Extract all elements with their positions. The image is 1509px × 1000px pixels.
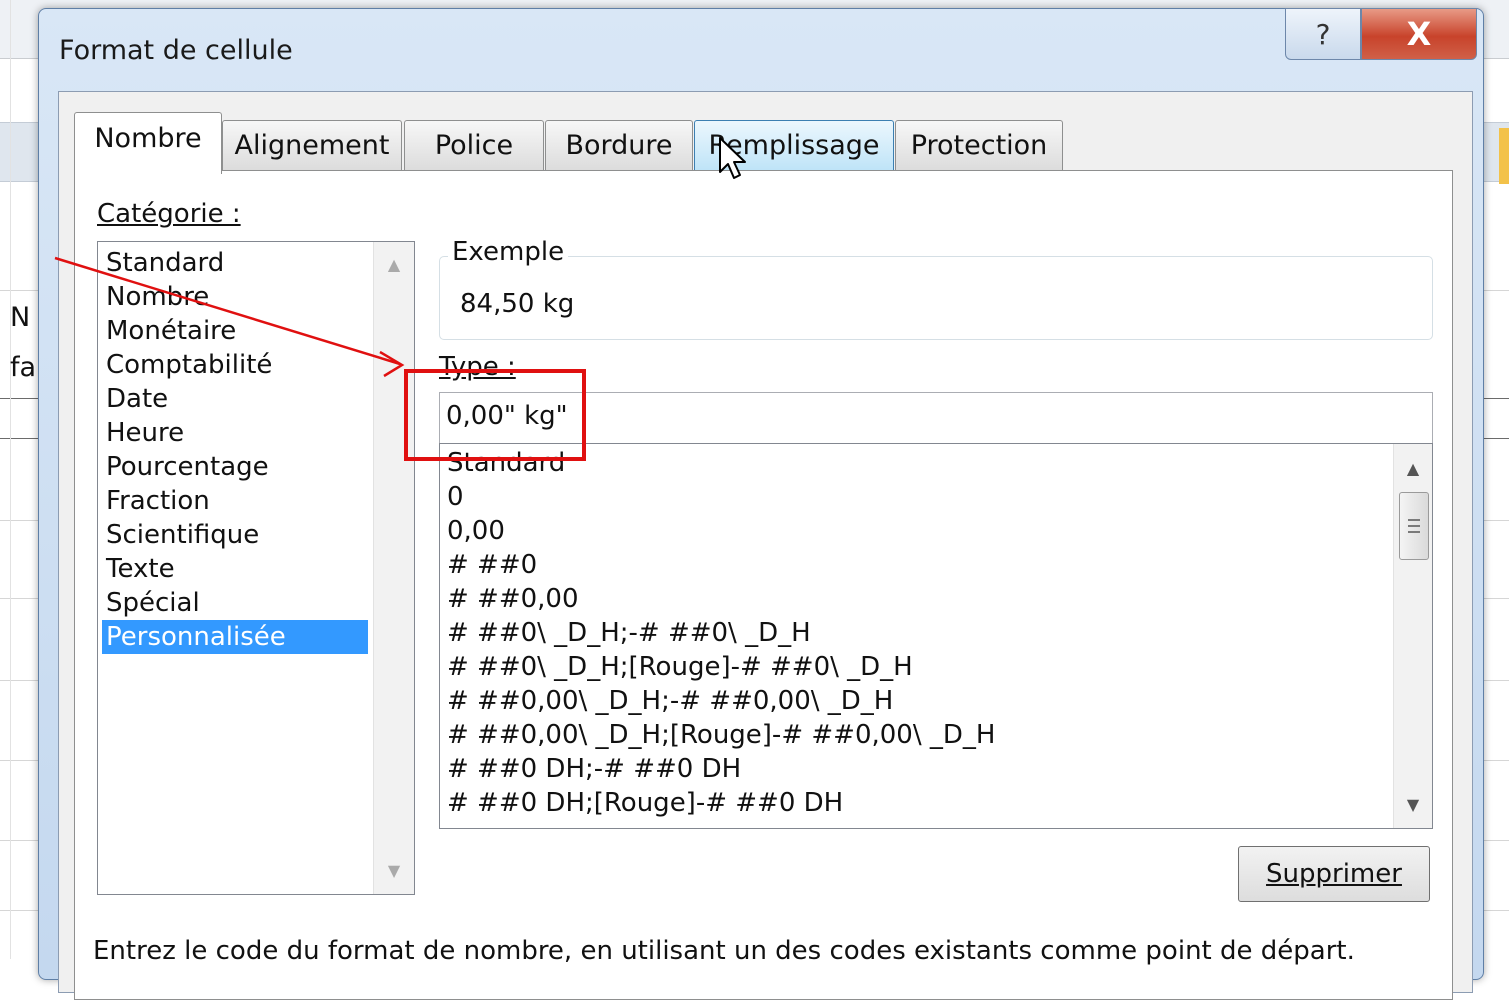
format-list-scrollbar[interactable]: ▲ ▼: [1393, 444, 1432, 828]
scroll-down-icon[interactable]: ▼: [374, 854, 414, 888]
tab-alignement[interactable]: Alignement: [222, 120, 402, 170]
format-item[interactable]: # ##0,00\ _D_H;-# ##0,00\ _D_H: [447, 684, 893, 718]
sheet-cell-text: N: [10, 302, 31, 333]
category-item-scientifique[interactable]: Scientifique: [102, 518, 368, 552]
scroll-up-icon[interactable]: ▲: [1394, 452, 1432, 486]
category-item-comptabilite[interactable]: Comptabilité: [102, 348, 368, 382]
category-item-pourcentage[interactable]: Pourcentage: [102, 450, 368, 484]
help-icon: ?: [1315, 17, 1331, 51]
format-item[interactable]: 0,00: [447, 514, 505, 548]
close-icon: X: [1406, 15, 1432, 53]
sheet-cell-text: fa: [10, 352, 37, 383]
category-item-nombre[interactable]: Nombre: [102, 280, 368, 314]
close-button[interactable]: X: [1361, 8, 1477, 60]
format-item[interactable]: 0: [447, 480, 464, 514]
grip-icon: [1408, 519, 1420, 521]
category-item-monetaire[interactable]: Monétaire: [102, 314, 368, 348]
category-item-texte[interactable]: Texte: [102, 552, 368, 586]
scroll-up-icon[interactable]: ▲: [374, 248, 414, 282]
format-item[interactable]: # ##0: [447, 548, 537, 582]
category-list[interactable]: Standard Nombre Monétaire Comptabilité D…: [97, 241, 415, 895]
tab-panel-nombre: Catégorie : Standard Nombre Monétaire Co…: [74, 170, 1453, 1000]
category-item-special[interactable]: Spécial: [102, 586, 368, 620]
format-item[interactable]: # ##0\ _D_H;[Rouge]-# ##0\ _D_H: [447, 650, 913, 684]
cell-highlight: [1499, 128, 1509, 184]
format-code-list[interactable]: Standard 0 0,00 # ##0 # ##0,00 # ##0\ _D…: [439, 443, 1433, 829]
scroll-down-icon[interactable]: ▼: [1394, 788, 1432, 822]
category-item-date[interactable]: Date: [102, 382, 368, 416]
category-scrollbar[interactable]: ▲ ▼: [373, 242, 414, 894]
annotation-highlight-box: [404, 369, 586, 461]
example-group: Exemple 84,50 kg: [439, 237, 1433, 340]
tab-bordure[interactable]: Bordure: [545, 120, 693, 170]
grip-icon: [1408, 531, 1420, 533]
delete-button-label: Supprimer: [1266, 859, 1402, 889]
example-value: 84,50 kg: [460, 289, 575, 319]
tab-protection[interactable]: Protection: [895, 120, 1063, 170]
format-item[interactable]: # ##0\ _D_H;-# ##0\ _D_H: [447, 616, 811, 650]
type-input[interactable]: 0,00" kg": [439, 392, 1433, 444]
delete-button[interactable]: Supprimer: [1238, 846, 1430, 902]
grip-icon: [1408, 525, 1420, 527]
scroll-thumb[interactable]: [1399, 492, 1429, 560]
category-label: Catégorie :: [97, 199, 241, 229]
dialog-client-area: Nombre Alignement Police Bordure Remplis…: [58, 91, 1473, 1000]
format-item[interactable]: # ##0,00: [447, 582, 579, 616]
hint-text: Entrez le code du format de nombre, en u…: [93, 936, 1355, 966]
tab-nombre[interactable]: Nombre: [74, 112, 222, 174]
format-item[interactable]: # ##0 DH;-# ##0 DH: [447, 752, 741, 786]
grid-column-line: [10, 0, 11, 959]
dialog-title: Format de cellule: [59, 35, 293, 66]
title-bar-buttons: ? X: [1285, 8, 1477, 64]
example-label: Exemple: [448, 237, 569, 267]
category-item-heure[interactable]: Heure: [102, 416, 368, 450]
format-cells-dialog: Format de cellule ? X Nombre Alignement …: [38, 8, 1484, 1000]
tab-police[interactable]: Police: [404, 120, 544, 170]
category-item-fraction[interactable]: Fraction: [102, 484, 368, 518]
category-item-personnalisee[interactable]: Personnalisée: [102, 620, 368, 654]
format-item[interactable]: # ##0 DH;[Rouge]-# ##0 DH: [447, 786, 843, 820]
help-button[interactable]: ?: [1285, 8, 1361, 60]
category-item-standard[interactable]: Standard: [102, 246, 368, 280]
format-item[interactable]: # ##0,00\ _D_H;[Rouge]-# ##0,00\ _D_H: [447, 718, 995, 752]
mouse-cursor-icon: [719, 137, 746, 179]
